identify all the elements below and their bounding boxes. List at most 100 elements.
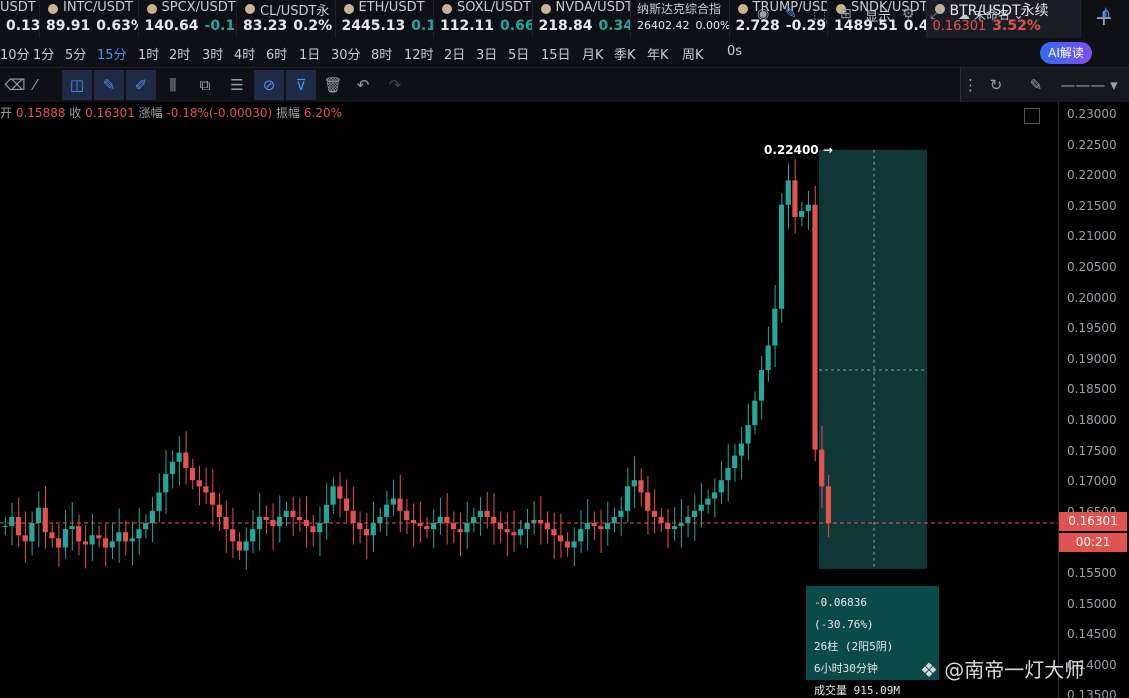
candle-body [156,492,162,511]
interval-3[interactable]: 15分 [97,44,127,63]
candle-body [471,516,477,524]
interval-1[interactable]: 1分 [33,44,54,63]
interval-12[interactable]: 12时 [404,44,434,63]
interval-6[interactable]: 3时 [202,44,223,63]
price-axis[interactable]: 0.23000 0.22500 0.22000 0.21500 0.21000 0.205… [1058,102,1129,698]
candle-body [22,535,28,542]
interval-2[interactable]: 5分 [65,44,86,63]
candle-body [42,507,48,533]
expand-icon[interactable]: ⤢ [930,6,941,22]
ticker-symbol: CL/USDT永 [260,4,330,19]
candle-body [317,523,323,533]
ticker-tab[interactable]: CL/USDT永 83.23 0.2% [237,0,336,38]
interval-4[interactable]: 1时 [138,44,159,63]
layout-icon[interactable]: ⊞ [840,6,852,22]
candle-body [310,526,316,533]
drag-handle-icon[interactable]: ⋮ [963,70,978,100]
candles-icon[interactable]: ⫼ [158,70,188,100]
candle-body [665,523,671,530]
candle-body [15,516,22,536]
candle-body [504,529,510,533]
interval-7[interactable]: 4时 [234,44,255,63]
ticker-tab[interactable]: USDT 0.13 [0,0,40,38]
candle-body [76,526,82,542]
last-price-label: 0.16301 [1059,512,1127,531]
interval-20[interactable]: 周K [682,44,704,63]
interval-21[interactable]: 0s [727,44,742,59]
interval-15[interactable]: 5日 [508,44,529,63]
filter-icon[interactable]: ⊽ [286,70,316,100]
candle-body [129,538,135,542]
interval-19[interactable]: 年K [647,44,669,63]
candle-body [604,523,611,530]
coin-icon [540,4,551,14]
interval-14[interactable]: 3日 [476,44,497,63]
brush-icon[interactable]: ✐ [126,70,156,100]
candle-body [625,486,631,511]
interval-8[interactable]: 6时 [266,44,287,63]
candle-body [765,345,771,371]
trash-icon[interactable]: 🗑 [318,70,348,100]
price-tick: 0.22000 [1067,168,1117,183]
coin-icon [737,4,748,14]
interval-0[interactable]: 10分 [0,44,30,63]
pencil-icon[interactable]: ✎ [785,6,797,22]
ruler-icon[interactable]: ✎ [94,70,124,100]
ticker-tab[interactable]: INTC/USDT 89.910.63% [40,0,139,38]
pen-off-icon[interactable]: ⁄ [20,70,50,100]
interval-10[interactable]: 30分 [331,44,361,63]
coin-icon [48,4,58,14]
layout-name-dropdown[interactable]: ☁ 未命名 ⌄ [958,6,1024,23]
candle-body [363,529,370,536]
interval-11[interactable]: 8时 [371,44,392,63]
ticker-tab[interactable]: SOXL/USDT 112.110.66% [434,0,533,38]
candle-body [437,516,443,524]
ticker-symbol: ETH/USDT [358,0,425,15]
interval-16[interactable]: 15日 [541,44,571,63]
interval-13[interactable]: 2日 [444,44,465,63]
undo-icon[interactable]: ↶ [348,70,378,100]
candle-body [712,492,718,499]
candle-body [511,532,517,536]
candle-body [825,486,831,524]
camera-icon[interactable]: ◉ [757,6,769,22]
ticker-tab[interactable]: 纳斯达克综合指 26402.42 0.00% [631,0,730,38]
price-tick: 0.18000 [1067,413,1117,427]
display-button[interactable]: 显示 [865,6,891,25]
interval-5[interactable]: 2时 [169,44,190,63]
lock-icon[interactable]: ⊘ [254,70,284,100]
list-icon[interactable]: ☰ [222,70,252,100]
ai-analysis-button[interactable]: AI解读 [1040,42,1092,64]
copy-icon[interactable]: ⧉ [190,70,220,100]
candle-body [671,526,678,530]
candle-body [430,523,437,530]
chart-settings-icon[interactable] [1024,108,1040,124]
gear-icon[interactable]: ⚙ [902,6,915,22]
candle-body [457,529,463,533]
candle-body [404,510,410,520]
fullscreen-icon[interactable]: ⬚ [813,6,826,22]
redo-icon[interactable]: ↷ [380,70,410,100]
color-pen-icon[interactable]: ✎ [1021,70,1051,100]
candle-body [819,449,825,487]
line-style-dropdown[interactable]: ——— ▾ [1059,70,1119,100]
price-tick: 0.23000 [1067,107,1117,121]
ticker-tab[interactable]: ETH/USDT 2445.130.1% [336,0,434,38]
ticker-tab[interactable]: NVDA/USDT 218.840.34% [533,0,631,38]
ticker-change: 0.34% [598,18,630,34]
interval-9[interactable]: 1日 [299,44,320,63]
candle-body [370,523,376,536]
ticker-tab[interactable]: SPCX/USDT 140.64-0.17 [139,0,237,38]
candle-body [109,541,115,548]
ticker-price: 89.910.63% [46,18,138,34]
price-tick: 0.17500 [1067,443,1117,458]
candle-body [2,526,8,528]
candle-body [477,510,483,517]
magnet-icon[interactable]: ◫ [62,70,92,100]
coin-icon [442,4,452,14]
interval-17[interactable]: 月K [582,44,604,63]
interval-18[interactable]: 季K [614,44,636,63]
share-icon[interactable]: ⋔ [1100,6,1112,22]
candle-body [210,492,216,505]
refresh-icon[interactable]: ↻ [981,70,1011,100]
